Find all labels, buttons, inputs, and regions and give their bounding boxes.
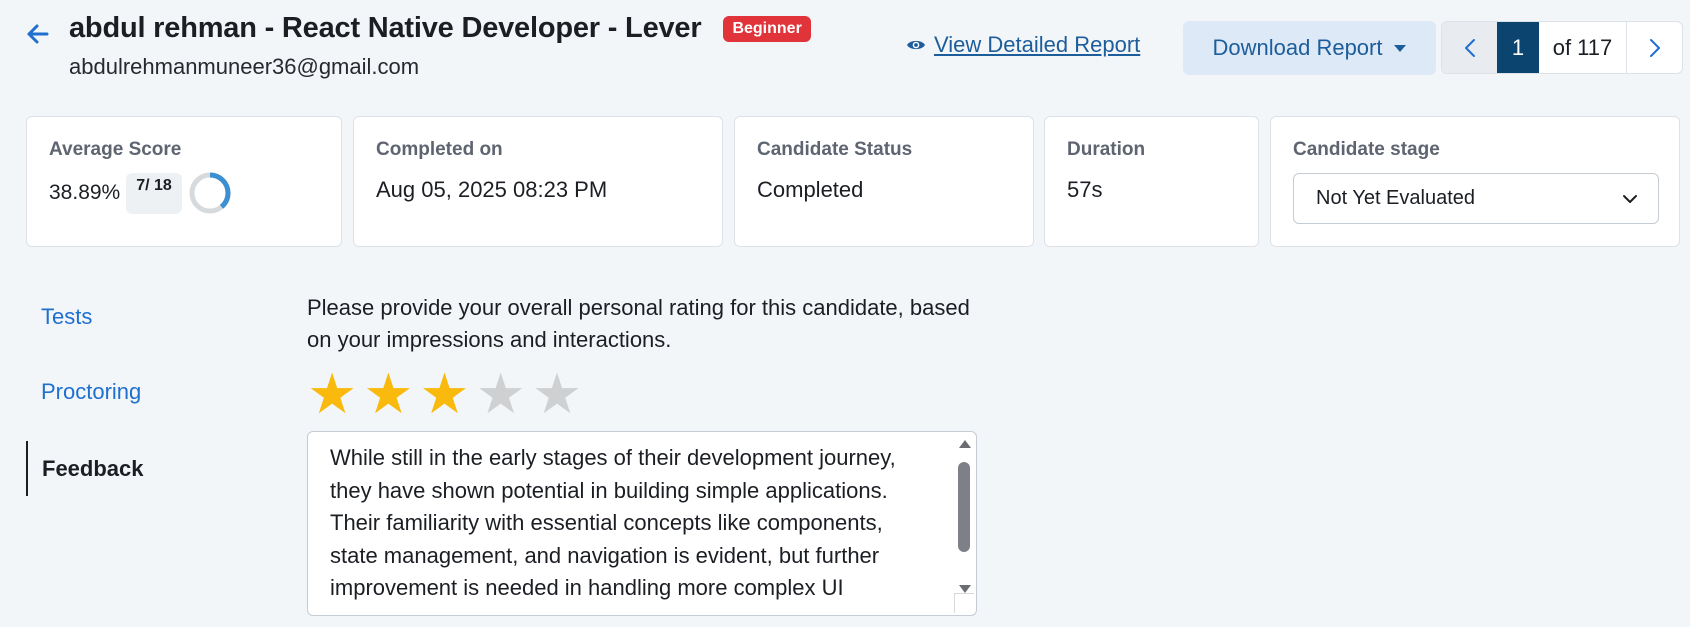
download-report-label: Download Report (1212, 35, 1383, 60)
caret-down-icon (1394, 44, 1407, 52)
chevron-left-icon (1464, 38, 1475, 57)
star-5-icon[interactable]: ★ (532, 366, 582, 422)
arrow-left-icon (27, 24, 49, 44)
score-total: 18 (154, 176, 172, 194)
duration-card: Duration 57s (1044, 116, 1259, 247)
completed-on-card: Completed on Aug 05, 2025 08:23 PM (353, 116, 723, 247)
star-3-icon[interactable]: ★ (419, 366, 469, 422)
candidate-pager: 1 of 117 (1441, 21, 1683, 74)
chevron-right-icon (1649, 38, 1660, 57)
score-row: 38.89% 7/ 18 (49, 171, 319, 215)
candidate-stage-selected: Not Yet Evaluated (1316, 187, 1476, 209)
candidate-status-label: Candidate Status (757, 139, 913, 160)
total-pages-label: of 117 (1539, 22, 1627, 73)
previous-candidate-button[interactable] (1442, 22, 1497, 73)
next-candidate-button[interactable] (1627, 22, 1682, 73)
view-detailed-report-link[interactable]: View Detailed Report (906, 32, 1140, 58)
candidate-status-value: Completed (757, 177, 864, 202)
rating-prompt: Please provide your overall personal rat… (307, 295, 970, 352)
average-score-percent: 38.89% (49, 181, 121, 204)
back-button[interactable] (24, 20, 52, 48)
tab-feedback-label: Feedback (42, 455, 144, 481)
star-rating: ★ ★ ★ ★ ★ (307, 366, 582, 422)
average-score-label: Average Score (49, 139, 182, 160)
page-title: abdul rehman - React Native Developer - … (69, 12, 702, 44)
average-score-card: Average Score 38.89% 7/ 18 (26, 116, 342, 247)
level-badge: Beginner (723, 15, 811, 42)
star-4-icon[interactable]: ★ (476, 366, 526, 422)
chevron-down-icon (1623, 194, 1637, 203)
feedback-text: While still in the early stages of their… (330, 445, 896, 600)
completed-on-value: Aug 05, 2025 08:23 PM (376, 177, 608, 202)
eye-icon (907, 40, 925, 50)
feedback-scrollbar[interactable] (956, 436, 972, 612)
view-detailed-report-label: View Detailed Report (934, 32, 1141, 57)
duration-value: 57s (1067, 177, 1103, 202)
tab-proctoring[interactable]: Proctoring (41, 379, 141, 405)
completed-on-label: Completed on (376, 139, 503, 160)
score-correct: 7/ (136, 176, 150, 194)
download-report-button[interactable]: Download Report (1183, 21, 1436, 75)
resize-grip-icon[interactable] (954, 593, 974, 613)
candidate-stage-select[interactable]: Not Yet Evaluated (1293, 173, 1659, 224)
star-1-icon[interactable]: ★ (307, 366, 357, 422)
score-ratio: 7/ 18 (126, 172, 182, 214)
candidate-email: abdulrehmanmuneer36@gmail.com (69, 54, 420, 79)
feedback-textarea[interactable]: While still in the early stages of their… (307, 431, 977, 616)
candidate-stage-label: Candidate stage (1293, 139, 1440, 160)
candidate-status-card: Candidate Status Completed (734, 116, 1034, 247)
tab-tests[interactable]: Tests (41, 304, 92, 330)
candidate-stage-card: Candidate stage Not Yet Evaluated (1270, 116, 1680, 247)
star-2-icon[interactable]: ★ (363, 366, 413, 422)
title-row: abdul rehman - React Native Developer - … (69, 12, 811, 45)
scrollbar-thumb[interactable] (958, 462, 970, 552)
current-page-number: 1 (1497, 22, 1539, 73)
scroll-down-icon[interactable] (959, 585, 971, 593)
duration-label: Duration (1067, 139, 1146, 160)
score-donut-chart (189, 172, 231, 214)
tab-feedback[interactable]: Feedback (26, 441, 144, 496)
scroll-up-icon[interactable] (959, 440, 971, 448)
